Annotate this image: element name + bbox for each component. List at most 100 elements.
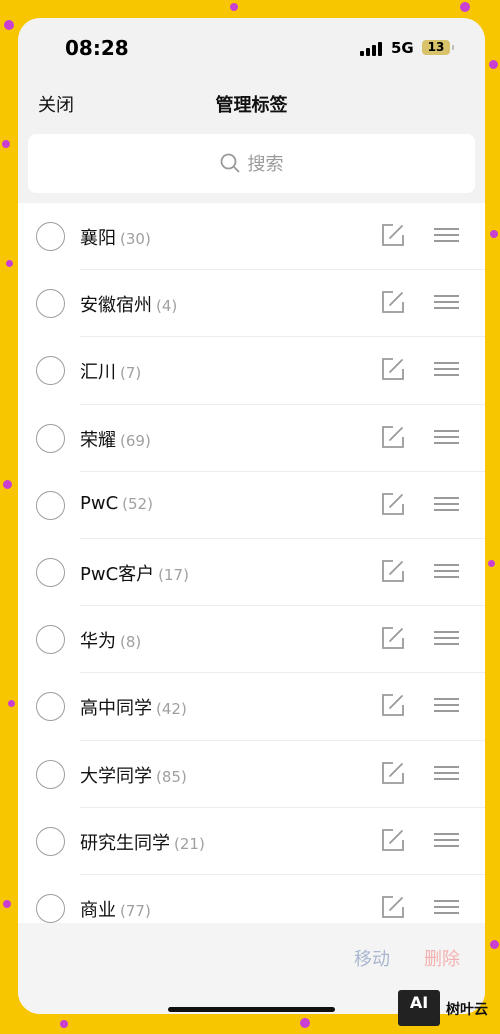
tag-count: (7) bbox=[120, 364, 142, 383]
close-button[interactable]: 关闭 bbox=[38, 91, 74, 117]
edit-icon[interactable] bbox=[381, 425, 405, 449]
tag-name: 汇川 bbox=[80, 362, 116, 384]
background-dot bbox=[230, 3, 238, 11]
tag-name: 商业 bbox=[80, 899, 116, 921]
background-dot bbox=[4, 20, 14, 30]
delete-button[interactable]: 删除 bbox=[424, 945, 460, 971]
drag-handle-icon[interactable] bbox=[434, 563, 459, 578]
drag-handle-icon[interactable] bbox=[434, 698, 459, 713]
page-title: 管理标签 bbox=[215, 95, 288, 116]
tag-count: (85) bbox=[156, 767, 187, 786]
nav-bar: 管理标签 关闭 bbox=[18, 83, 485, 133]
watermark: AI 树叶云 bbox=[398, 990, 500, 1030]
select-checkbox[interactable] bbox=[36, 893, 65, 923]
tag-label: 汇川 (7) bbox=[80, 358, 141, 384]
tag-name: 襄阳 bbox=[80, 228, 116, 249]
tag-row[interactable]: 华为 (8) bbox=[18, 606, 485, 674]
edit-icon[interactable] bbox=[381, 895, 405, 919]
edit-icon[interactable] bbox=[381, 693, 405, 717]
edit-icon[interactable] bbox=[381, 828, 405, 852]
tag-name: PwC客户 bbox=[80, 563, 155, 585]
watermark-logo: AI bbox=[398, 990, 440, 1026]
select-checkbox[interactable] bbox=[36, 356, 65, 386]
edit-icon[interactable] bbox=[381, 290, 405, 314]
select-checkbox[interactable] bbox=[36, 759, 65, 789]
background-dot bbox=[489, 60, 498, 69]
tag-count: (21) bbox=[174, 834, 205, 853]
tag-label: PwC (52) bbox=[80, 493, 153, 514]
tag-list: 襄阳 (30) 安徽宿州 (4) 汇川 (7) 荣耀 (69) PwC (52) PwC客户 (17)… bbox=[18, 203, 485, 923]
background-dot bbox=[490, 230, 498, 238]
tag-row[interactable]: PwC (52) bbox=[18, 472, 485, 539]
drag-handle-icon[interactable] bbox=[434, 496, 459, 511]
background-dot bbox=[60, 1020, 68, 1028]
tag-label: 华为 (8) bbox=[80, 627, 141, 653]
tag-row[interactable]: PwC客户 (17) bbox=[18, 539, 485, 607]
tag-row[interactable]: 高中同学 (42) bbox=[18, 673, 485, 741]
drag-handle-icon[interactable] bbox=[434, 899, 459, 914]
move-button[interactable]: 移动 bbox=[354, 945, 390, 971]
network-type: 5G bbox=[391, 39, 414, 57]
search-input[interactable]: 搜索 bbox=[248, 154, 284, 175]
tag-label: 荣耀 (69) bbox=[80, 426, 151, 452]
drag-handle-icon[interactable] bbox=[434, 295, 459, 310]
tag-name: 研究生同学 bbox=[80, 832, 170, 854]
edit-icon[interactable] bbox=[381, 223, 405, 247]
tag-count: (4) bbox=[156, 297, 178, 316]
tag-label: 研究生同学 (21) bbox=[80, 829, 205, 855]
edit-icon[interactable] bbox=[381, 492, 405, 516]
tag-row[interactable]: 荣耀 (69) bbox=[18, 405, 485, 472]
tag-label: PwC客户 (17) bbox=[80, 560, 189, 586]
drag-handle-icon[interactable] bbox=[434, 631, 459, 646]
select-checkbox[interactable] bbox=[36, 692, 65, 722]
select-checkbox[interactable] bbox=[36, 625, 65, 655]
tag-name: 大学同学 bbox=[80, 765, 152, 787]
background-dot bbox=[300, 1018, 310, 1028]
select-checkbox[interactable] bbox=[36, 423, 65, 453]
drag-handle-icon[interactable] bbox=[434, 832, 459, 847]
drag-handle-icon[interactable] bbox=[434, 429, 459, 444]
background-dot bbox=[460, 2, 470, 12]
edit-icon[interactable] bbox=[381, 761, 405, 785]
search-icon bbox=[220, 153, 240, 178]
tag-name: 安徽宿州 bbox=[80, 295, 152, 317]
background-dot bbox=[488, 560, 495, 567]
tag-count: (69) bbox=[120, 431, 151, 450]
background-dot bbox=[490, 940, 499, 949]
edit-icon[interactable] bbox=[381, 626, 405, 650]
background-dot bbox=[3, 480, 12, 489]
tag-row[interactable]: 安徽宿州 (4) bbox=[18, 270, 485, 338]
edit-icon[interactable] bbox=[381, 559, 405, 583]
status-bar: 08:28 5G 13 bbox=[18, 18, 485, 78]
drag-handle-icon[interactable] bbox=[434, 362, 459, 377]
tag-row[interactable]: 汇川 (7) bbox=[18, 337, 485, 405]
search-bar[interactable]: 搜索 bbox=[28, 134, 475, 193]
tag-row[interactable]: 商业 (77) bbox=[18, 875, 485, 923]
tag-row[interactable]: 襄阳 (30) bbox=[18, 203, 485, 271]
tag-row[interactable]: 研究生同学 (21) bbox=[18, 808, 485, 875]
tag-count: (77) bbox=[120, 901, 151, 920]
watermark-text: 树叶云 bbox=[446, 1002, 488, 1018]
tag-count: (17) bbox=[158, 565, 189, 584]
background-dot bbox=[3, 900, 11, 908]
tag-label: 大学同学 (85) bbox=[80, 762, 187, 788]
drag-handle-icon[interactable] bbox=[434, 228, 459, 242]
edit-icon[interactable] bbox=[381, 357, 405, 381]
tag-row[interactable]: 大学同学 (85) bbox=[18, 741, 485, 808]
select-checkbox[interactable] bbox=[36, 826, 65, 856]
select-checkbox[interactable] bbox=[36, 222, 65, 251]
drag-handle-icon[interactable] bbox=[434, 765, 459, 780]
select-checkbox[interactable] bbox=[36, 289, 65, 319]
status-time: 08:28 bbox=[65, 36, 129, 60]
tag-count: (8) bbox=[120, 633, 142, 652]
tag-label: 高中同学 (42) bbox=[80, 694, 187, 720]
select-checkbox[interactable] bbox=[36, 557, 65, 587]
tag-name: 高中同学 bbox=[80, 698, 152, 720]
battery-icon: 13 bbox=[422, 40, 454, 55]
select-checkbox[interactable] bbox=[36, 490, 65, 520]
tag-name: 荣耀 bbox=[80, 429, 116, 451]
tag-count: (30) bbox=[120, 230, 151, 248]
phone-screen: 08:28 5G 13 管理标签 关闭 搜索 襄阳 (30) 安徽宿州 (4) 汇川 (7… bbox=[18, 18, 485, 1014]
background-dot bbox=[8, 700, 15, 707]
tag-name: 华为 bbox=[80, 631, 116, 653]
